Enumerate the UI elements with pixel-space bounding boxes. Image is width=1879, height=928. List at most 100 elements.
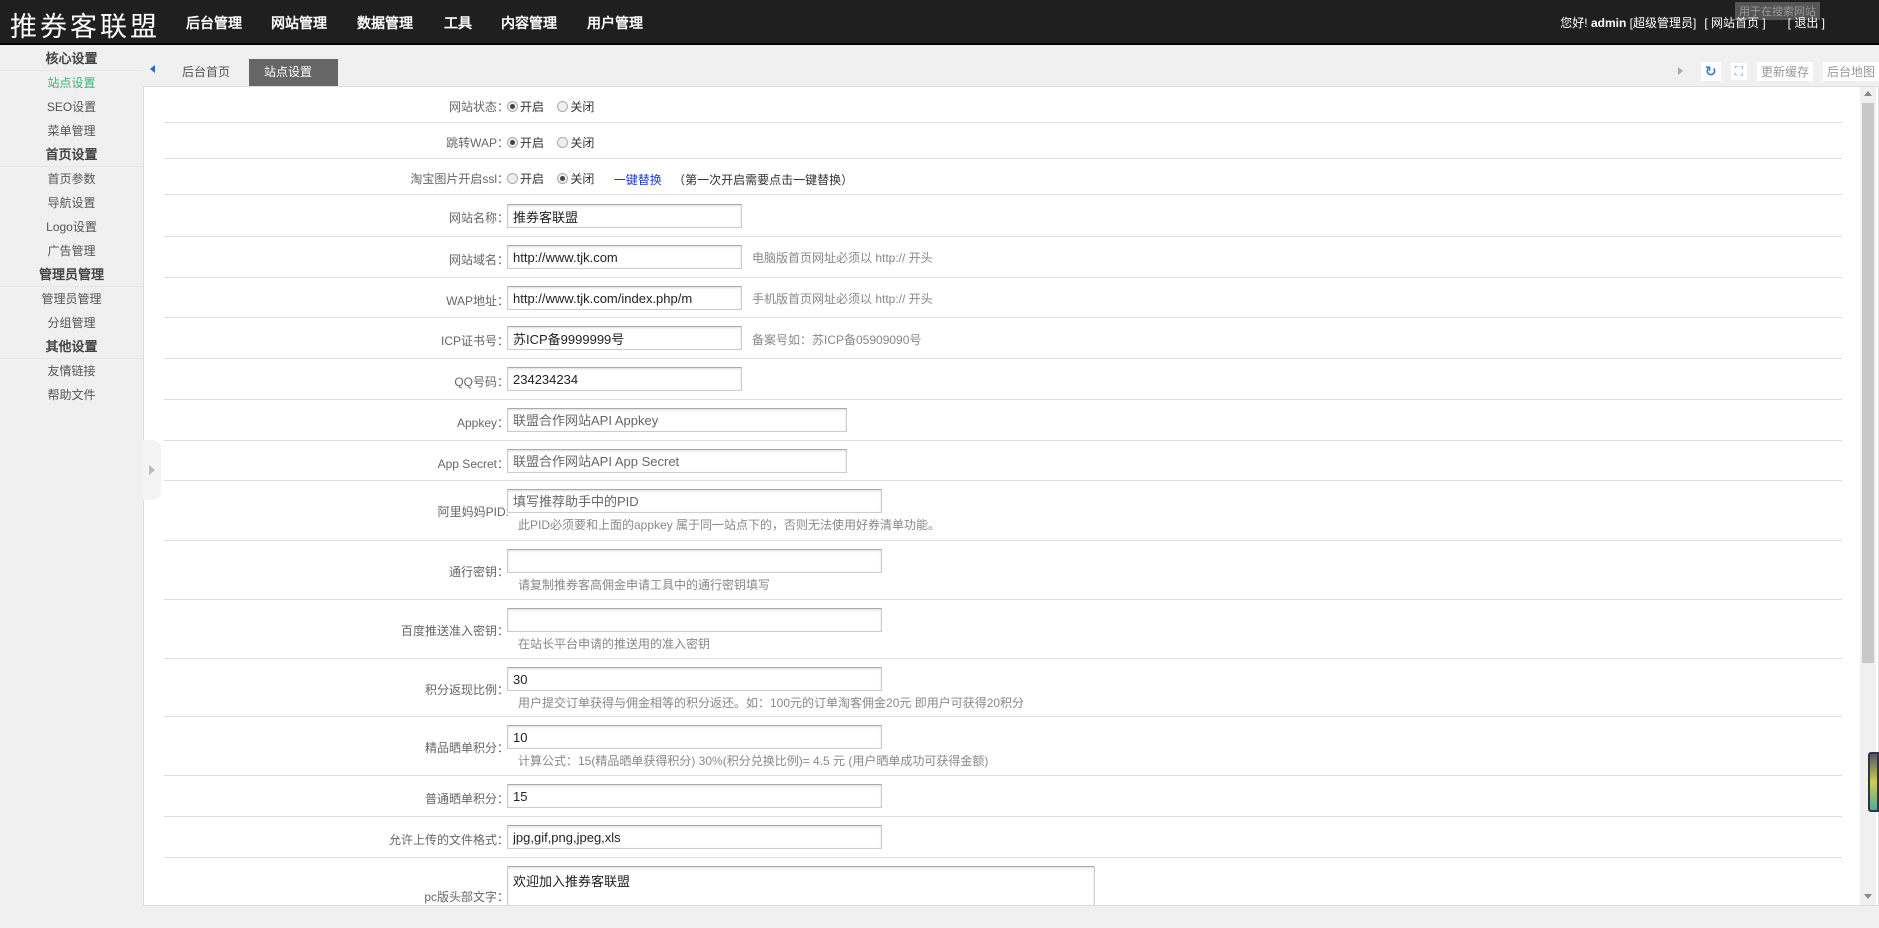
baidu-key-input[interactable] bbox=[507, 608, 882, 632]
site-home-link[interactable]: [ 网站首页 ] bbox=[1704, 14, 1765, 31]
user-bar: 您好! admin [超级管理员] [ 网站首页 ] [ 退出 ] bbox=[1560, 14, 1825, 31]
row-domain: 网站域名： 电脑版首页网址必须以 http:// 开头 bbox=[164, 237, 1842, 278]
content-frame: 网站状态： 开启 关闭 跳转WAP： 开启 关闭 淘宝图片开启ssl： 开启 关… bbox=[143, 86, 1879, 906]
label: pc版头部文字： bbox=[424, 890, 509, 904]
one-click-replace-link[interactable]: 一键替换 bbox=[614, 173, 662, 187]
label: 百度推送准入密钥： bbox=[400, 624, 509, 638]
points-ratio-input[interactable] bbox=[507, 667, 882, 691]
label: 淘宝图片开启ssl： bbox=[410, 172, 509, 186]
tab-site-settings[interactable]: 站点设置× bbox=[249, 59, 338, 106]
row-qq: QQ号码： bbox=[164, 359, 1842, 400]
greeting: 您好! bbox=[1560, 16, 1588, 30]
row-wap-url: WAP地址： 手机版首页网址必须以 http:// 开头 bbox=[164, 278, 1842, 318]
side-widget-handle[interactable] bbox=[1868, 752, 1879, 812]
radio-site-off[interactable]: 关闭 bbox=[557, 98, 594, 115]
logo: 推券客联盟 bbox=[10, 12, 160, 43]
label: Appkey： bbox=[456, 416, 509, 430]
tab-home[interactable]: 后台首页 bbox=[167, 59, 245, 86]
scroll-down-icon[interactable] bbox=[1864, 894, 1872, 899]
sidebar-collapse-handle[interactable] bbox=[143, 440, 161, 500]
row-pass-key: 通行密钥： 请复制推券客高佣金申请工具中的通行密钥填写 bbox=[164, 541, 1842, 600]
radio-wap-off[interactable]: 关闭 bbox=[557, 134, 594, 151]
fullscreen-icon[interactable]: ⛶ bbox=[1730, 62, 1747, 80]
hint: 电脑版首页网址必须以 http:// 开头 bbox=[752, 250, 933, 265]
pass-key-input[interactable] bbox=[507, 549, 882, 573]
icp-input[interactable] bbox=[507, 326, 742, 350]
site-settings-form: 网站状态： 开启 关闭 跳转WAP： 开启 关闭 淘宝图片开启ssl： 开启 关… bbox=[164, 87, 1842, 905]
label: 积分返现比例： bbox=[424, 683, 509, 697]
sitemap-button[interactable]: 后台地图 bbox=[1822, 61, 1879, 81]
hint: 手机版首页网址必须以 http:// 开头 bbox=[752, 291, 933, 306]
tab-bar: 后台首页 站点设置× ↻ ⛶ 更新缓存 后台地图 bbox=[143, 47, 1879, 106]
label: 通行密钥： bbox=[448, 565, 509, 579]
radio-ssl-off[interactable]: 关闭 bbox=[557, 170, 594, 187]
label: WAP地址： bbox=[446, 294, 509, 308]
hint: 此PID必须要和上面的appkey 属于同一站点下的，否则无法使用好券清单功能。 bbox=[518, 518, 941, 532]
sidebar-item-help[interactable]: 帮助文件 bbox=[0, 383, 143, 407]
sidebar-item-links[interactable]: 友情链接 bbox=[0, 359, 143, 383]
appkey-input[interactable] bbox=[507, 408, 847, 432]
row-normal-points: 普通晒单积分： bbox=[164, 776, 1842, 817]
row-appkey: Appkey： bbox=[164, 400, 1842, 441]
row-baidu-key: 百度推送准入密钥： 在站长平台申请的推送用的准入密钥 bbox=[164, 600, 1842, 659]
nav-content[interactable]: 内容管理 bbox=[501, 13, 557, 33]
sidebar-group-other: 其他设置 bbox=[0, 335, 143, 359]
radio-ssl-on[interactable]: 开启 bbox=[507, 170, 544, 187]
row-app-secret: App Secret： bbox=[164, 441, 1842, 481]
nav-data[interactable]: 数据管理 bbox=[357, 13, 413, 33]
ssl-note: （第一次开启需要点击一键替换） bbox=[673, 173, 854, 187]
label: 网站域名： bbox=[448, 253, 509, 267]
sidebar: 核心设置 站点设置 SEO设置 菜单管理 首页设置 首页参数 导航设置 Logo… bbox=[0, 47, 143, 928]
row-wap-redirect: 跳转WAP： 开启 关闭 bbox=[164, 123, 1842, 159]
hint: 备案号如：苏ICP备05909090号 bbox=[752, 332, 922, 347]
refresh-icon[interactable]: ↻ bbox=[1700, 61, 1721, 81]
normal-points-input[interactable] bbox=[507, 784, 882, 808]
sidebar-item-ads[interactable]: 广告管理 bbox=[0, 239, 143, 263]
row-pid: 阿里妈妈PID: 此PID必须要和上面的appkey 属于同一站点下的，否则无法… bbox=[164, 481, 1842, 541]
qq-input[interactable] bbox=[507, 367, 742, 391]
row-site-status: 网站状态： 开启 关闭 bbox=[164, 87, 1842, 123]
scroll-up-icon[interactable] bbox=[1864, 91, 1872, 96]
premium-points-input[interactable] bbox=[507, 725, 882, 749]
sidebar-group-admin: 管理员管理 bbox=[0, 263, 143, 287]
site-name-input[interactable] bbox=[507, 204, 742, 228]
hint: 计算公式：15(精品晒单获得积分) 30%(积分兑换比例)= 4.5 元 (用户… bbox=[518, 754, 989, 768]
sidebar-item-nav[interactable]: 导航设置 bbox=[0, 191, 143, 215]
label: 允许上传的文件格式： bbox=[388, 833, 509, 847]
sidebar-item-logo[interactable]: Logo设置 bbox=[0, 215, 143, 239]
refresh-cache-button[interactable]: 更新缓存 bbox=[1756, 61, 1813, 81]
sidebar-group-home: 首页设置 bbox=[0, 143, 143, 167]
sidebar-item-groups[interactable]: 分组管理 bbox=[0, 311, 143, 335]
sidebar-item-home-params[interactable]: 首页参数 bbox=[0, 167, 143, 191]
nav-backend[interactable]: 后台管理 bbox=[186, 13, 242, 33]
label: QQ号码： bbox=[454, 375, 509, 389]
domain-input[interactable] bbox=[507, 245, 742, 269]
sidebar-item-site-settings[interactable]: 站点设置 bbox=[0, 71, 143, 95]
tab-prev-icon[interactable] bbox=[150, 65, 155, 73]
row-taobao-ssl: 淘宝图片开启ssl： 开启 关闭 一键替换 （第一次开启需要点击一键替换） bbox=[164, 159, 1842, 195]
label: ICP证书号： bbox=[440, 334, 509, 348]
user-role: [超级管理员] bbox=[1629, 16, 1697, 30]
label: App Secret： bbox=[437, 457, 509, 471]
nav-users[interactable]: 用户管理 bbox=[587, 13, 643, 33]
logout-link[interactable]: [ 退出 ] bbox=[1788, 14, 1825, 31]
radio-wap-on[interactable]: 开启 bbox=[507, 134, 544, 151]
sidebar-item-seo[interactable]: SEO设置 bbox=[0, 95, 143, 119]
sidebar-item-admins[interactable]: 管理员管理 bbox=[0, 287, 143, 311]
sidebar-item-menu[interactable]: 菜单管理 bbox=[0, 119, 143, 143]
radio-site-on[interactable]: 开启 bbox=[507, 98, 544, 115]
tab-tools: ↻ ⛶ 更新缓存 后台地图 bbox=[1677, 61, 1879, 81]
radio-label: 开启 bbox=[520, 136, 545, 150]
top-header: 推券客联盟 后台管理 网站管理 数据管理 工具 内容管理 用户管理 用于在搜索网… bbox=[0, 0, 1879, 45]
pid-input[interactable] bbox=[507, 489, 882, 513]
row-file-types: 允许上传的文件格式： bbox=[164, 817, 1842, 858]
pc-header-textarea[interactable]: 欢迎加入推券客联盟 bbox=[507, 866, 1095, 905]
file-types-input[interactable] bbox=[507, 825, 882, 849]
hint: 在站长平台申请的推送用的准入密钥 bbox=[518, 637, 711, 651]
tab-next-icon[interactable] bbox=[1677, 67, 1683, 75]
wap-url-input[interactable] bbox=[507, 286, 742, 310]
nav-tools[interactable]: 工具 bbox=[444, 13, 472, 33]
nav-site[interactable]: 网站管理 bbox=[271, 13, 327, 33]
app-secret-input[interactable] bbox=[507, 449, 847, 473]
scroll-thumb[interactable] bbox=[1862, 103, 1874, 663]
